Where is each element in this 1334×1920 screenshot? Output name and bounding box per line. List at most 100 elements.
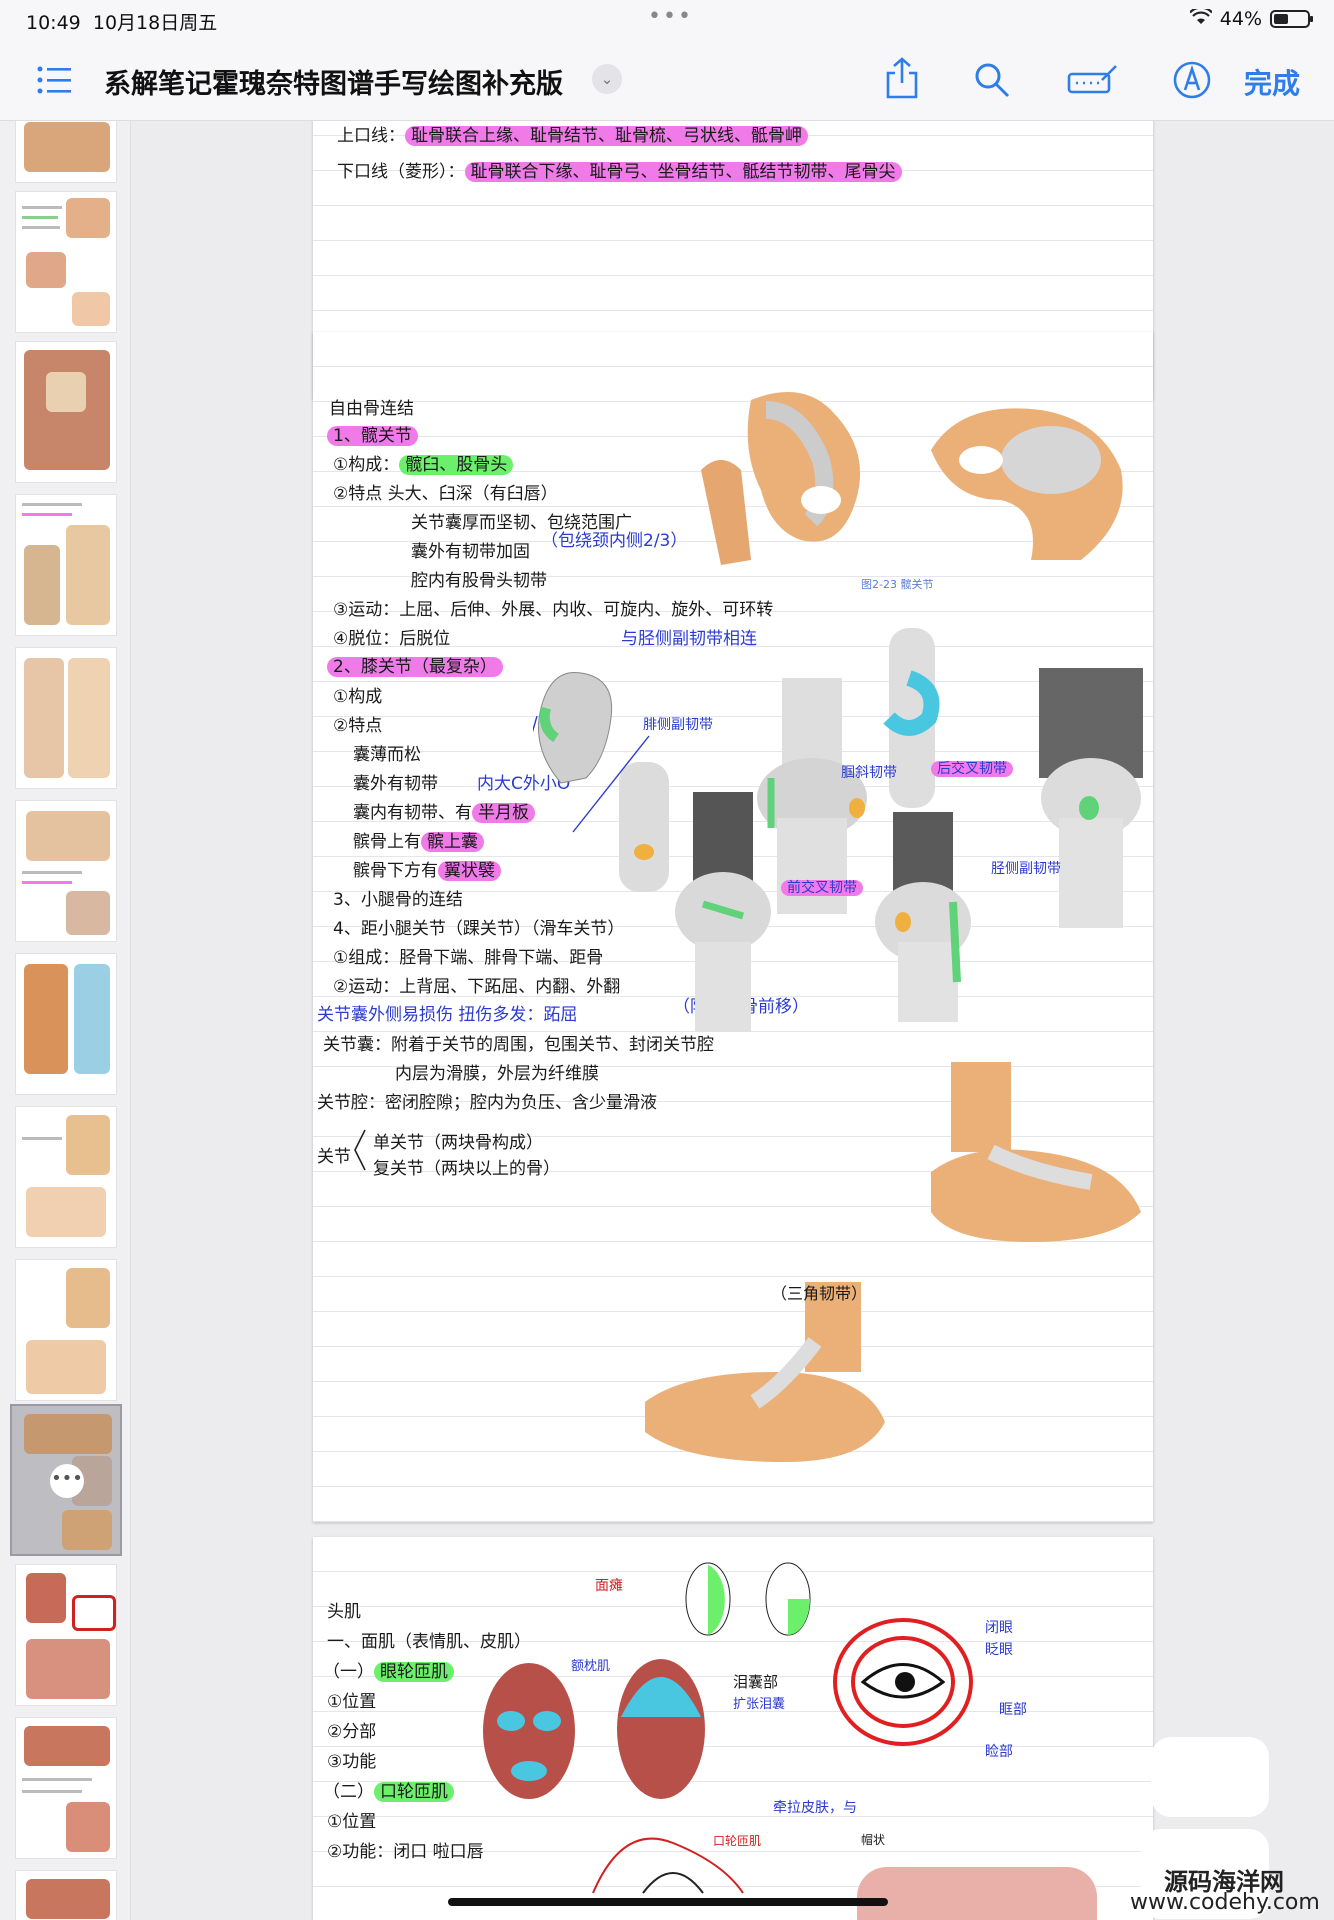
knee-feature: 囊外有韧带 <box>353 774 438 794</box>
section-heading: 头肌 <box>327 1602 361 1622</box>
hip-anterior-figure <box>701 392 861 565</box>
facial-palsy-note: 面瘫 <box>595 1578 623 1594</box>
page-thumbnail[interactable] <box>15 121 117 183</box>
ankle-movement: ②运动：上背屈、下跖屈、内翻、外翻 <box>333 977 621 997</box>
hip-posterior-figure <box>931 408 1123 560</box>
eye-label: 眶部 <box>999 1702 1027 1718</box>
knee-feature: 囊内有韧带、有 半月板 <box>353 798 535 823</box>
battery-icon <box>1270 10 1313 28</box>
page-list-icon[interactable] <box>34 60 74 100</box>
done-button[interactable]: 完成 <box>1244 62 1300 102</box>
notebook-page[interactable]: 头肌 一、面肌（表情肌、皮肌） （一） 眼轮匝肌 ①位置 ②分部 ③功能 （二）口… <box>313 1537 1153 1920</box>
face-muscle-figure-1 <box>483 1663 575 1799</box>
knee-label-popliteal: 腘斜韧带 <box>841 765 897 781</box>
page-thumbnail[interactable] <box>15 800 117 942</box>
page-thumbnail[interactable] <box>15 1870 117 1920</box>
page-thumbnail[interactable] <box>15 494 117 636</box>
hip-title: 1、髋关节 <box>327 421 418 446</box>
position: ①位置 <box>327 1692 377 1712</box>
toolbar: 系解笔记霍瑰奈特图谱手写绘图补充版 ⌄ 完成 <box>0 40 1334 121</box>
knee-title: 2、膝关节（最复杂） <box>327 652 503 677</box>
figure-caption: 图2-23 髋关节 <box>861 578 934 591</box>
status-bar: 10:49 10月18日周五 ••• 44% <box>0 0 1334 40</box>
joint-multi: 复关节（两块以上的骨） <box>373 1159 560 1179</box>
hip-feature: 腔内有股骨头韧带 <box>411 571 547 591</box>
page-thumbnail[interactable] <box>15 647 117 789</box>
mouth-muscle-sketch <box>592 1837 744 1894</box>
ankle-composition: ①组成：胫骨下端、腓骨下端、距骨 <box>333 948 604 968</box>
capsule-text: 内层为滑膜，外层为纤维膜 <box>395 1064 599 1084</box>
page-thumbnail[interactable] <box>15 191 117 333</box>
page-thumbnail[interactable] <box>15 1106 117 1248</box>
eye-label: 闭眼 <box>985 1620 1013 1636</box>
ankle-medial-figure <box>645 1282 885 1462</box>
share-icon[interactable] <box>882 56 922 99</box>
hip-movement: ③运动：上屈、后伸、外展、内收、可旋内、旋外、可环转 <box>333 600 774 620</box>
hip-composition: ①构成： 髋臼、股骨头 <box>333 450 514 475</box>
mouth-position: ①位置 <box>327 1812 377 1832</box>
status-time: 10:49 10月18日周五 <box>26 12 218 34</box>
cavity-text: 关节腔：密闭腔隙；腔内为负压、含少量滑液 <box>317 1093 657 1113</box>
ankle-lateral-figure <box>931 1062 1141 1242</box>
lacrimal-label: 泪囊部 <box>733 1673 779 1691</box>
battery-percent: 44% <box>1219 8 1262 30</box>
face-palsy-sketch <box>685 1562 731 1636</box>
face-muscles: 一、面肌（表情肌、皮肌） <box>327 1632 531 1652</box>
page-thumbnail[interactable] <box>15 1564 117 1706</box>
document-title[interactable]: 系解笔记霍瑰奈特图谱手写绘图补充版 <box>104 62 563 101</box>
page-thumbnail[interactable] <box>15 341 117 483</box>
knee-acl-figure <box>675 792 771 1032</box>
home-indicator[interactable] <box>448 1898 888 1906</box>
document-canvas[interactable]: 上口线： 耻骨联合上缘、耻骨结节、耻骨梳、弓状线、骶骨岬 下口线（菱形）： 耻骨联合… <box>131 121 1334 1920</box>
section-heading: 自由骨连结 <box>329 399 414 419</box>
search-icon[interactable] <box>972 60 1012 100</box>
mouth-function: ②功能：闭口 啦口唇 <box>327 1842 484 1862</box>
chevron-down-icon[interactable]: ⌄ <box>592 64 622 94</box>
pelvic-outlet-line: 下口线（菱形）： 耻骨联合下缘、耻骨弓、坐骨结节、骶结节韧带、尾骨尖 <box>337 157 902 182</box>
knee-posterior-figure <box>1039 668 1143 928</box>
ankle-note: 关节囊外侧易损伤 扭伤多发：跖屈 <box>317 1005 578 1025</box>
face-central-sketch <box>765 1562 811 1636</box>
status-right: 44% <box>1188 6 1313 30</box>
leg-joints: 3、小腿骨的连结 <box>333 890 463 910</box>
pelvic-inlet-line: 上口线： 耻骨联合上缘、耻骨结节、耻骨梳、弓状线、骶骨岬 <box>337 121 808 146</box>
lip-muscle-figure <box>857 1867 1097 1920</box>
page-thumbnail[interactable] <box>15 1259 117 1401</box>
pen-circle-icon[interactable] <box>1172 60 1212 100</box>
knee-medial-figure <box>875 812 971 1022</box>
function: ③功能 <box>327 1752 377 1772</box>
watermark-url: www.codehy.com <box>1130 1890 1320 1915</box>
more-options-icon[interactable]: ••• <box>50 1464 84 1498</box>
knee-feature: 髌骨上有 髌上囊 <box>353 827 484 852</box>
pointer-line <box>533 716 650 833</box>
overlay-blob <box>1151 1737 1269 1817</box>
page-thumbnail-current[interactable]: ••• <box>10 1404 122 1556</box>
knee-label-pcl: 后交叉韧带 <box>931 758 1013 778</box>
hip-feature: ②特点 头大、臼深（有臼唇） <box>333 484 558 504</box>
eye-label: 眨眼 <box>985 1642 1013 1658</box>
knee-feature: ②特点 <box>333 716 383 736</box>
ankle-title: 4、距小腿关节（踝关节）（滑车关节） <box>333 919 625 939</box>
knee-feature: 囊薄而松 <box>353 745 421 765</box>
eye-muscle-title: （一） 眼轮匝肌 <box>323 1657 454 1682</box>
ankle-note-deltoid: （三角韧带） <box>771 1284 868 1303</box>
page-thumbnail-sidebar[interactable]: ••• <box>0 121 131 1920</box>
joint-single: 单关节（两块骨构成） <box>373 1133 543 1153</box>
hip-dislocation: ④脱位：后脱位 <box>333 629 451 649</box>
capsule-text: 关节囊：附着于关节的周围，包围关节、封闭关节腔 <box>323 1035 714 1055</box>
multitask-dots[interactable]: ••• <box>648 4 693 29</box>
notebook-page[interactable]: 自由骨连结 1、髋关节 ①构成： 髋臼、股骨头 ②特点 头大、臼深（有臼唇） 关节… <box>313 332 1153 1522</box>
mouth-muscle-title: （二） 口轮匝肌 <box>323 1777 454 1802</box>
page-thumbnail[interactable] <box>15 1717 117 1859</box>
wifi-icon <box>1188 6 1213 30</box>
markup-pen-icon[interactable] <box>1066 60 1120 100</box>
face-muscle-figure-2 <box>617 1659 705 1799</box>
parts: ②分部 <box>327 1722 377 1742</box>
page-thumbnail[interactable] <box>15 953 117 1095</box>
frontal-muscle-label: 额枕肌 <box>571 1659 611 1674</box>
knee-feature: 髌骨下方有 翼状襞 <box>353 856 501 881</box>
orbicularis-eye-diagram <box>833 1618 973 1746</box>
hip-feature-note: （包绕颈内侧2/3） <box>541 531 688 551</box>
joint-label: 关节 <box>317 1147 351 1167</box>
knee-label-tibial: 胫侧副韧带 <box>991 861 1061 877</box>
